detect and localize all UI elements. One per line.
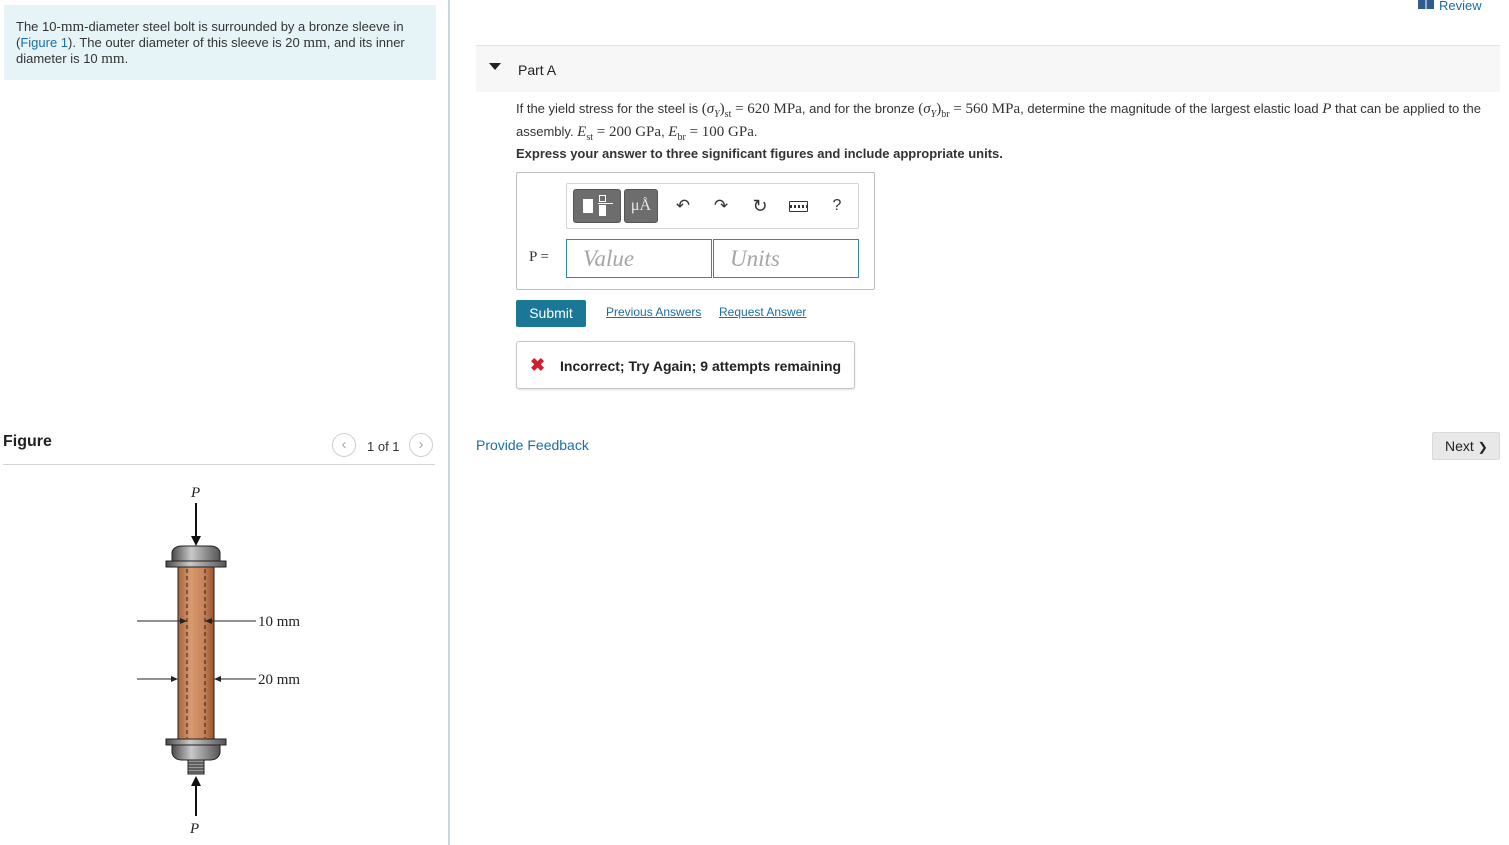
request-answer-link[interactable]: Request Answer: [719, 305, 806, 319]
question-fragment: , and for the bronze: [801, 101, 919, 116]
arrow-head-bottom: [191, 776, 201, 786]
provide-feedback-link[interactable]: Provide Feedback: [476, 437, 589, 453]
previous-answers-link[interactable]: Previous Answers: [606, 305, 701, 319]
caret-down-icon[interactable]: [489, 63, 501, 70]
figure-counter: 1 of 1: [367, 439, 400, 454]
problem-text: The 10-: [16, 19, 61, 34]
figure-title: Figure: [3, 433, 52, 450]
undo-icon[interactable]: ↶: [671, 194, 695, 218]
chevron-left-icon[interactable]: ‹: [332, 433, 356, 457]
load-label-top: P: [190, 485, 200, 501]
answer-box: μÅ ↶ ↷ ↻ ? P =: [516, 172, 875, 290]
part-header[interactable]: Part A: [476, 45, 1500, 92]
unit-mm: mm: [60, 19, 85, 35]
keyboard-icon[interactable]: [786, 194, 810, 218]
bronze-sleeve: [177, 566, 215, 740]
nut: [171, 744, 221, 761]
math-toolbar: μÅ ↶ ↷ ↻ ?: [566, 183, 859, 229]
value-input[interactable]: [566, 239, 712, 278]
help-icon[interactable]: ?: [825, 194, 849, 218]
answer-instructions: Express your answer to three significant…: [516, 146, 1003, 161]
symbols-button[interactable]: μÅ: [624, 189, 658, 223]
units-input[interactable]: [713, 239, 859, 278]
problem-text: ). The outer diameter of this sleeve is …: [68, 35, 304, 50]
math-p: P: [1322, 101, 1332, 117]
math-e-bronze: Ebr = 100 GPa: [668, 124, 754, 143]
feedback-box: ✖ Incorrect; Try Again; 9 attempts remai…: [516, 341, 855, 389]
error-x-icon: ✖: [530, 355, 546, 375]
load-label-bottom: P: [189, 821, 199, 837]
dim-arrow: [214, 676, 221, 682]
reset-icon[interactable]: ↻: [748, 194, 772, 218]
dim-outer-label: 20 mm: [258, 672, 300, 688]
panel-divider[interactable]: [448, 0, 450, 845]
unit-mm: mm: [101, 51, 125, 67]
problem-statement: The 10-mm-diameter steel bolt is surroun…: [4, 5, 436, 80]
math-e-steel: Est = 200 GPa: [577, 124, 662, 143]
feedback-message: Incorrect; Try Again; 9 attempts remaini…: [560, 358, 842, 374]
book-icon: [1418, 0, 1434, 9]
bottom-washer: [165, 738, 227, 746]
question-fragment: , determine the magnitude of the largest…: [1020, 101, 1323, 116]
dim-arrow: [171, 676, 178, 682]
chevron-right-icon: ❯: [1477, 440, 1488, 454]
bolt-head: [171, 545, 221, 562]
review-label: Review: [1439, 0, 1482, 13]
templates-icon[interactable]: [573, 189, 621, 223]
next-label: Next: [1445, 438, 1474, 454]
problem-text: .: [124, 51, 129, 66]
top-washer: [165, 560, 227, 568]
question-fragment: If the yield stress for the steel is: [516, 101, 702, 116]
redo-icon[interactable]: ↷: [709, 194, 733, 218]
question-fragment: .: [753, 124, 758, 139]
unit-mm: mm: [303, 35, 327, 51]
dim-inner-label: 10 mm: [258, 614, 300, 630]
figure-image: P P 10 mm 20 mm: [137, 485, 300, 837]
question-text: If the yield stress for the steel is (σY…: [516, 100, 1506, 146]
figure-header: Figure ‹ 1 of 1 ›: [3, 432, 435, 465]
left-panel: The 10-mm-diameter steel bolt is surroun…: [0, 0, 449, 845]
review-link[interactable]: Review: [1418, 0, 1482, 13]
chevron-right-icon[interactable]: ›: [409, 433, 433, 457]
next-button[interactable]: Next ❯: [1432, 432, 1500, 460]
part-title: Part A: [518, 62, 557, 78]
answer-label: P =: [529, 249, 549, 265]
submit-button[interactable]: Submit: [516, 300, 586, 327]
math-steel-yield: (σY)st = 620 MPa: [701, 101, 802, 120]
math-bronze-yield: (σY)br = 560 MPa: [918, 101, 1021, 120]
arrow-head-top: [191, 536, 201, 546]
figure-link[interactable]: Figure 1: [20, 35, 68, 50]
